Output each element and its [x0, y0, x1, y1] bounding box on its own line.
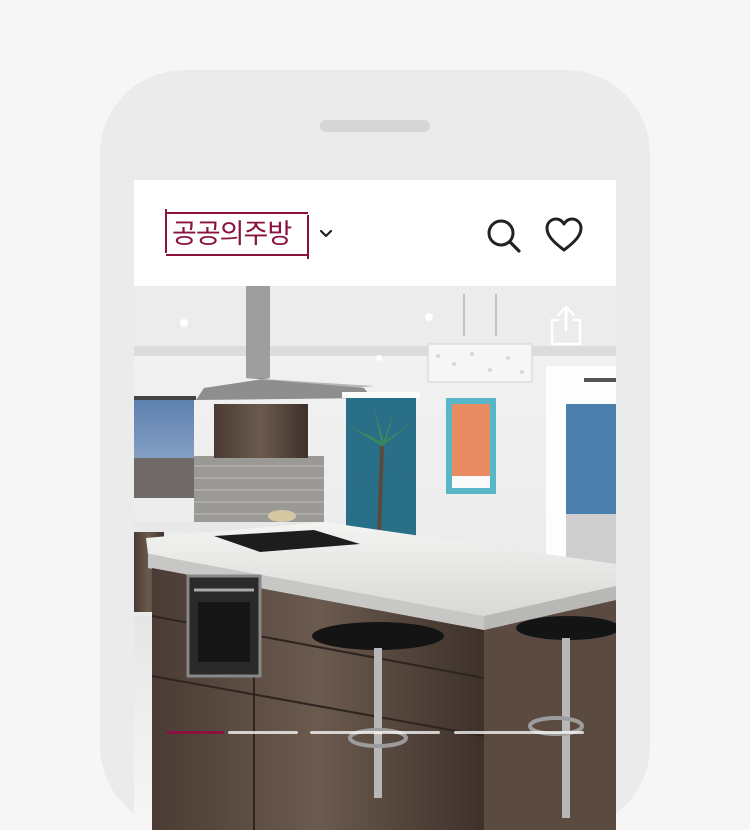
- carousel-dot[interactable]: [454, 731, 584, 734]
- phone-mockup: 공공의주방: [100, 70, 650, 830]
- search-icon[interactable]: [484, 216, 524, 256]
- share-icon[interactable]: [546, 304, 586, 348]
- heart-icon[interactable]: [544, 216, 584, 256]
- app-screen: 공공의주방: [134, 180, 616, 830]
- app-header: 공공의주방: [134, 180, 616, 286]
- logo-text: 공공의주방: [172, 218, 292, 250]
- hero-carousel[interactable]: [134, 286, 616, 830]
- carousel-dot[interactable]: [310, 731, 440, 734]
- brand-logo[interactable]: 공공의주방: [164, 207, 310, 261]
- kitchen-photo: [134, 286, 616, 830]
- carousel-indicator: [166, 731, 586, 735]
- carousel-dot-active[interactable]: [166, 731, 224, 734]
- carousel-dot[interactable]: [228, 731, 298, 734]
- phone-speaker: [320, 120, 430, 132]
- chevron-down-icon[interactable]: [318, 226, 334, 242]
